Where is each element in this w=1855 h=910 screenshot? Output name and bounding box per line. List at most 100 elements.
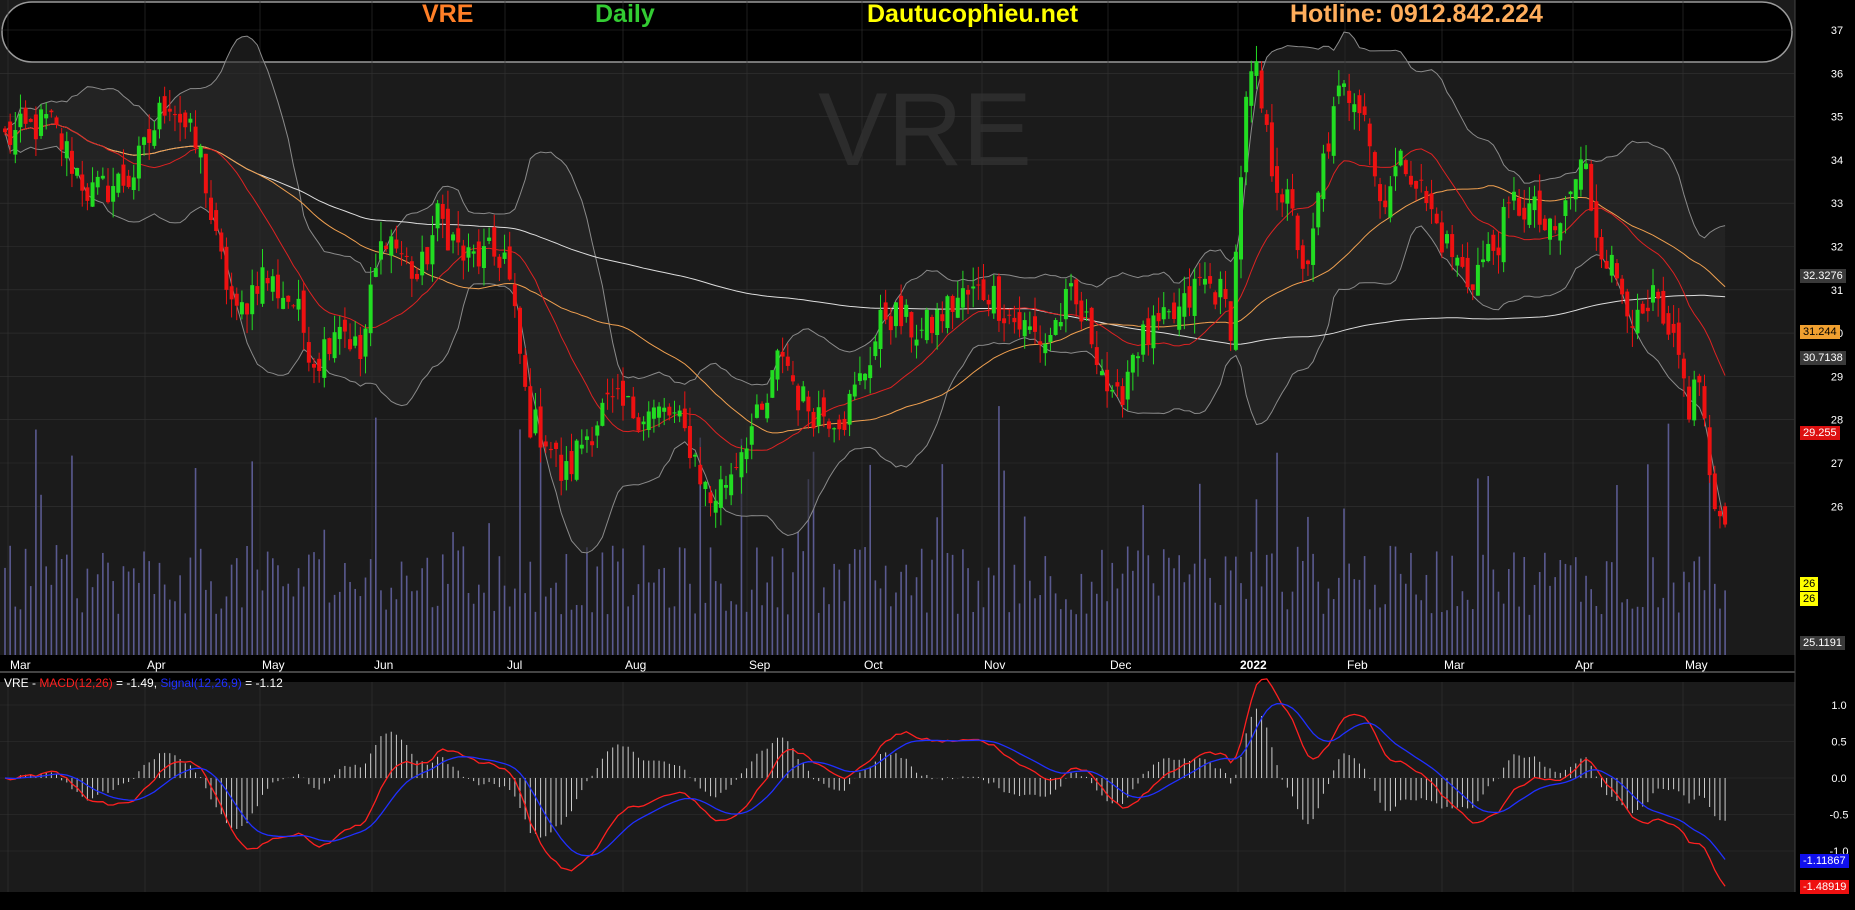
candle-body (1620, 278, 1625, 295)
volume-bar (1080, 573, 1083, 655)
volume-bar (570, 609, 573, 655)
volume-bar (951, 554, 954, 655)
volume-bar (1652, 557, 1654, 655)
candle-body (1388, 186, 1393, 218)
candle-body (636, 417, 641, 431)
volume-bar (488, 523, 490, 655)
volume-bar (1183, 582, 1186, 655)
volume-bar (689, 583, 691, 655)
badge-close-b: 26 (1800, 592, 1819, 606)
candle-body (90, 182, 95, 207)
candle-body (847, 393, 852, 425)
candle-body (435, 203, 440, 229)
volume-bar (1508, 569, 1510, 655)
volume-bar (663, 567, 665, 655)
candle-body (193, 126, 198, 149)
volume-bar (941, 464, 944, 655)
volume-bar (1235, 556, 1237, 655)
candle-body (1084, 311, 1089, 313)
candle-body (1187, 286, 1192, 308)
volume-bar (879, 588, 882, 655)
volume-bar (230, 564, 233, 655)
volume-bar (1647, 464, 1649, 655)
candle-body (327, 338, 332, 355)
volume-bar (318, 559, 320, 655)
candle-body (955, 297, 960, 318)
volume-bar (1683, 571, 1685, 655)
volume-bar (694, 613, 696, 655)
candle-body (770, 370, 775, 398)
volume-bar (730, 601, 732, 655)
stock-chart: VRE Mar Apr May Jun Jul Aug Sep Oct Nov Dec 2022 Fe… (0, 0, 1855, 910)
candle-body (1321, 153, 1326, 200)
candle-body (621, 380, 625, 406)
candle-body (1681, 358, 1686, 379)
price-tick-label: 27 (1831, 458, 1843, 470)
volume-bar (81, 612, 84, 655)
candle-body (919, 329, 924, 331)
candle-body (641, 421, 646, 425)
candle-body (172, 114, 177, 116)
price-tick-label: 31 (1831, 285, 1843, 297)
candle-body (1604, 260, 1609, 269)
candle-body (342, 319, 347, 332)
candle-body (59, 133, 64, 150)
candle-body (255, 286, 260, 294)
volume-bar (606, 614, 609, 655)
candle-body (131, 177, 136, 191)
price-tick-label: 33 (1831, 198, 1843, 210)
volume-bar (601, 552, 604, 655)
macd-legend-macd-value: = -1.49, (112, 676, 161, 690)
badge-close-a: 26 (1800, 577, 1819, 591)
volume-bar (1363, 556, 1366, 655)
candle-body (1486, 243, 1491, 262)
volume-bar (405, 575, 408, 655)
volume-bar (869, 464, 871, 655)
candle-body (749, 426, 754, 445)
candle-body (245, 303, 250, 315)
price-tick-label: 28 (1831, 415, 1843, 427)
volume-bar (1260, 586, 1263, 655)
candle-body (1213, 292, 1218, 305)
volume-bar (1245, 598, 1247, 655)
volume-bar (658, 569, 660, 655)
candle-body (996, 276, 1001, 321)
volume-bar (102, 552, 104, 655)
candle-body (1475, 264, 1480, 296)
candle-body (1578, 159, 1583, 190)
candle-body (476, 241, 481, 267)
volume-bar (266, 551, 269, 655)
volume-bar (1214, 602, 1217, 655)
candle-body (1584, 163, 1589, 169)
candle-body (914, 339, 919, 346)
volume-bar (215, 613, 217, 655)
candle-body (1125, 371, 1130, 400)
volume-bar (148, 561, 150, 655)
candle-body (1666, 313, 1671, 335)
candle-body (1522, 207, 1527, 220)
volume-bar (1312, 553, 1314, 655)
candle-body (1671, 323, 1676, 333)
candle-body (950, 295, 955, 312)
volume-bar (1059, 609, 1062, 655)
candle-body (106, 185, 110, 203)
candle-body (796, 385, 801, 411)
volume-bar (678, 547, 681, 655)
volume-bar (1229, 570, 1232, 655)
volume-bar (632, 594, 635, 655)
volume-bar (1708, 470, 1711, 655)
volume-bar (1286, 609, 1289, 655)
candle-body (1460, 256, 1465, 267)
volume-bar (1188, 574, 1191, 655)
volume-bar (596, 566, 599, 655)
candle-body (1017, 312, 1022, 330)
candle-body (1069, 283, 1074, 287)
volume-bar (1513, 552, 1515, 655)
volume-bar (642, 545, 645, 655)
volume-bar (1724, 590, 1726, 655)
volume-bar (900, 571, 902, 655)
candle-body (229, 286, 234, 300)
volume-bar (709, 547, 712, 655)
candle-body (1403, 160, 1408, 175)
volume-bar (1034, 598, 1036, 655)
